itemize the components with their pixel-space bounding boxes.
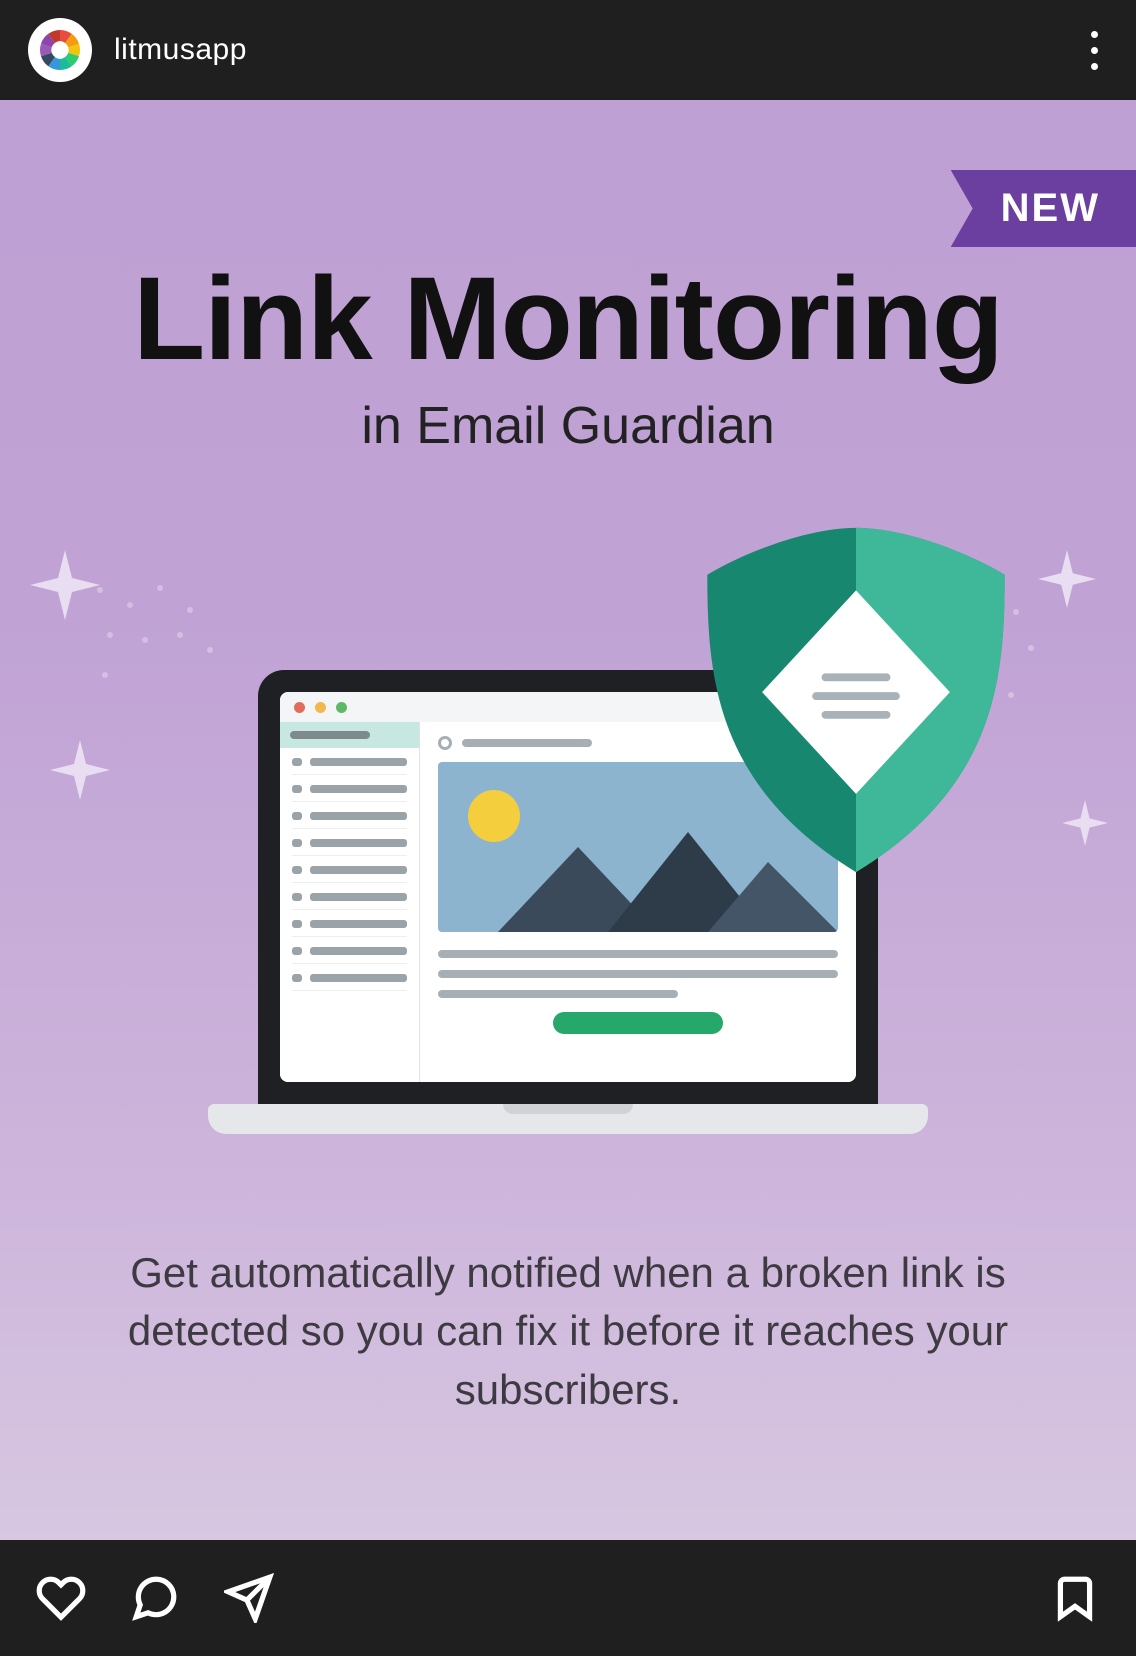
avatar[interactable] bbox=[28, 18, 92, 82]
post-header: litmusapp bbox=[0, 0, 1136, 100]
username[interactable]: litmusapp bbox=[114, 33, 247, 67]
post-image[interactable]: NEW Link Monitoring in Email Guardian bbox=[0, 100, 1136, 1540]
avatar-logo-icon bbox=[36, 26, 84, 74]
post-description: Get automatically notified when a broken… bbox=[0, 1244, 1136, 1420]
new-badge: NEW bbox=[951, 170, 1136, 247]
post-subtitle: in Email Guardian bbox=[0, 396, 1136, 456]
sparkle-icon bbox=[50, 740, 110, 800]
header-left: litmusapp bbox=[28, 18, 247, 82]
dots-decoration bbox=[90, 580, 230, 700]
title-block: Link Monitoring in Email Guardian bbox=[0, 100, 1136, 456]
bookmark-icon[interactable] bbox=[1050, 1573, 1100, 1623]
shield-icon bbox=[696, 520, 1016, 880]
like-icon[interactable] bbox=[36, 1573, 86, 1623]
post-title: Link Monitoring bbox=[0, 260, 1136, 378]
sparkle-icon bbox=[1062, 800, 1108, 846]
post-actions bbox=[0, 1540, 1136, 1656]
share-icon[interactable] bbox=[224, 1573, 274, 1623]
comment-icon[interactable] bbox=[130, 1573, 180, 1623]
more-options-icon[interactable] bbox=[1091, 31, 1108, 70]
